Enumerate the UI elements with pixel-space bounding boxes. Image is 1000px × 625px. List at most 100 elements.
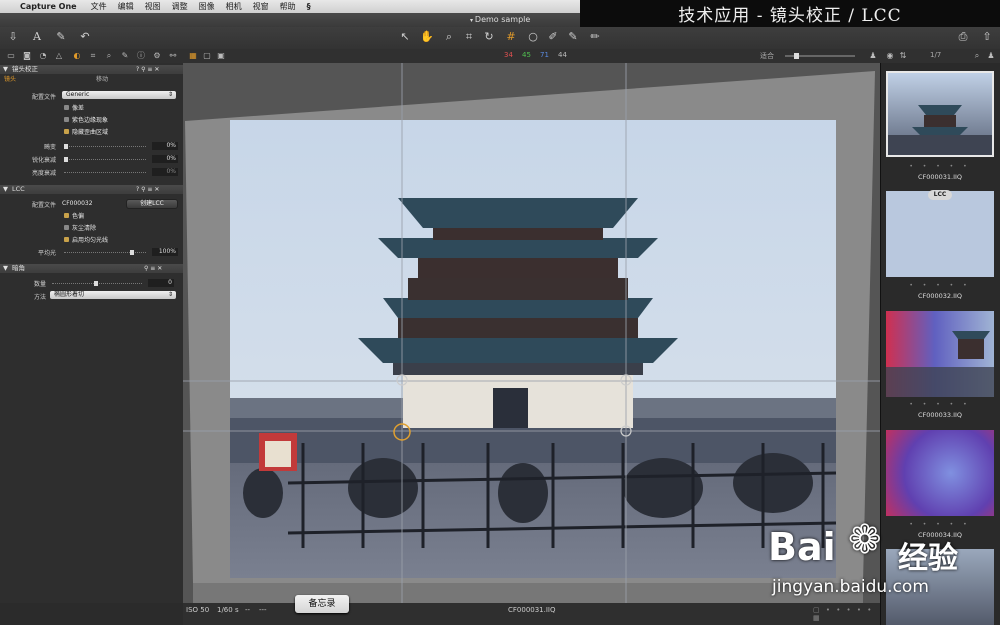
distortion-value[interactable]: 0% [152, 142, 178, 150]
batch-tab-icon[interactable]: ⚯ [168, 51, 178, 61]
hide-distortion-checkbox[interactable] [64, 129, 69, 134]
distortion-slider[interactable] [64, 146, 146, 148]
print-icon[interactable]: ⎙ [956, 30, 970, 44]
color-tab-icon[interactable]: ◔ [38, 51, 48, 61]
menu-view[interactable]: 视图 [145, 1, 161, 12]
camera-tab-icon[interactable]: ◙ [22, 51, 32, 61]
purple-fringe-checkbox[interactable] [64, 117, 69, 122]
annotation-tooltip: 备忘录 [295, 595, 349, 613]
cart-panel [265, 441, 291, 467]
color-cast-checkbox[interactable] [64, 213, 69, 218]
sharpness-falloff-label: 锐化衰减 [31, 157, 56, 164]
picker-tool-icon[interactable]: ✐ [546, 30, 560, 44]
watermark-url: jingyan.baidu.com [772, 577, 929, 597]
uniform-amount-value[interactable]: 100% [152, 248, 178, 256]
local-tab-icon[interactable]: ✎ [120, 51, 130, 61]
thumbnail-1-name: CF000031.IIQ [917, 173, 963, 181]
create-lcc-button[interactable]: 创建LCC [126, 199, 178, 209]
title-banner: 技术应用 - 镜头校正 / LCC [580, 0, 1000, 27]
baidu-watermark: Bai ❁ 经验 jingyan.baidu.com [768, 515, 998, 625]
menu-help[interactable]: 帮助 [280, 1, 296, 12]
page-counter: 1/7 [930, 51, 942, 59]
collapse-icon[interactable]: ▼ [3, 185, 8, 194]
tab-movement[interactable]: 移动 [92, 75, 112, 84]
grid-view-icon[interactable]: ▦ [188, 51, 198, 61]
lens-tab-icon[interactable]: ◐ [72, 51, 82, 61]
app-menu[interactable]: Capture One [20, 2, 77, 11]
light-falloff-slider[interactable] [64, 172, 146, 174]
script-icon[interactable]: § [307, 2, 311, 11]
folder-tab-icon[interactable]: ▭ [6, 51, 16, 61]
collapse-icon[interactable]: ▼ [3, 65, 8, 74]
output-tab-icon[interactable]: ⚙ [152, 51, 162, 61]
thumbnail-4[interactable] [886, 430, 994, 516]
tab-lens[interactable]: 镜头 [0, 75, 20, 84]
dust-removal-checkbox[interactable] [64, 225, 69, 230]
exposure-tab-icon[interactable]: △ [54, 51, 64, 61]
eye-icon[interactable]: ◉ [885, 51, 895, 61]
search-icon[interactable]: ⌕ [972, 51, 982, 61]
menu-file[interactable]: 文件 [91, 1, 107, 12]
undo-icon[interactable]: ↶ [78, 30, 92, 44]
menu-adjust[interactable]: 调整 [172, 1, 188, 12]
collapse-icon[interactable]: ▼ [3, 264, 8, 273]
import-icon[interactable]: ⇩ [6, 30, 20, 44]
thumbnail-3[interactable] [886, 311, 994, 397]
details-tab-icon[interactable]: ⌕ [104, 51, 114, 61]
vignette-method-select[interactable]: 椭圆形着切 ⇕ [50, 291, 176, 299]
thumbnail-2-rating[interactable]: • • • • • [886, 282, 994, 289]
sharpness-falloff-value[interactable]: 0% [152, 155, 178, 163]
hide-distortion-label: 隐藏歪曲区域 [72, 129, 109, 136]
circle-tool-icon[interactable]: ○ [526, 30, 540, 44]
section-tools-icon[interactable]: ? ⚲ ≡ ✕ [136, 185, 159, 194]
user-icon[interactable]: ♟ [868, 51, 878, 61]
composition-tab-icon[interactable]: ⌗ [88, 51, 98, 61]
thumbnail-size-knob[interactable] [794, 53, 799, 59]
distortion-knob[interactable] [64, 144, 68, 149]
pan-tool-icon[interactable]: ✋ [420, 30, 434, 44]
filmstrip-view-icon[interactable]: ▣ [216, 51, 226, 61]
crop-tool-icon[interactable]: ⌗ [462, 30, 476, 44]
sort-icon[interactable]: ⇅ [898, 51, 908, 61]
uniform-amount-knob[interactable] [130, 250, 134, 255]
text-icon[interactable]: A [30, 30, 44, 44]
lens-profile-select[interactable]: Generic ⇕ [62, 91, 176, 99]
draw-tool-icon[interactable]: ✎ [566, 30, 580, 44]
lcc-header[interactable]: ▼ LCC ? ⚲ ≡ ✕ [0, 185, 183, 194]
vignetting-header[interactable]: ▼ 暗角 ⚲ ≡ ✕ [0, 264, 183, 273]
aberration-checkbox[interactable] [64, 105, 69, 110]
single-view-icon[interactable]: ▢ [202, 51, 212, 61]
user-browser-icon[interactable]: ♟ [986, 51, 996, 61]
rotate-tool-icon[interactable]: ↻ [482, 30, 496, 44]
thumbnail-1-rating[interactable]: • • • • • [886, 163, 994, 170]
metadata-tab-icon[interactable]: ⓘ [136, 51, 146, 61]
section-tools-icon[interactable]: ⚲ ≡ ✕ [144, 264, 162, 273]
menu-camera[interactable]: 相机 [226, 1, 242, 12]
tool-panel: ▼ 镜头校正 ? ⚲ ≡ ✕ 镜头 移动 配置文件 Generic ⇕ 像差 紫色… [0, 63, 184, 603]
window-title: Demo sample [474, 15, 531, 24]
light-falloff-value[interactable]: 0% [152, 168, 178, 176]
vignette-amount-value[interactable]: 0 [148, 279, 174, 287]
zoom-label[interactable]: 适合 [760, 51, 774, 61]
lens-tabs: 镜头 移动 [0, 75, 183, 84]
vignette-amount-knob[interactable] [94, 281, 98, 286]
menu-edit[interactable]: 编辑 [118, 1, 134, 12]
uniform-light-checkbox[interactable] [64, 237, 69, 242]
export-icon[interactable]: ⇧ [980, 30, 994, 44]
lens-correction-header[interactable]: ▼ 镜头校正 ? ⚲ ≡ ✕ [0, 65, 183, 74]
eraser-tool-icon[interactable]: ✏ [588, 30, 602, 44]
section-tools-icon[interactable]: ? ⚲ ≡ ✕ [136, 65, 159, 74]
brush-icon[interactable]: ✎ [54, 30, 68, 44]
zoom-tool-icon[interactable]: ⌕ [442, 30, 456, 44]
thumbnail-2[interactable] [886, 191, 994, 277]
lcc-badge: LCC [928, 190, 952, 200]
menu-window[interactable]: 视窗 [253, 1, 269, 12]
sharpness-falloff-slider[interactable] [64, 159, 146, 161]
sharpness-falloff-knob[interactable] [64, 157, 68, 162]
menu-image[interactable]: 图像 [199, 1, 215, 12]
count-green: 45 [522, 51, 531, 59]
select-tool-icon[interactable]: ↖ [398, 30, 412, 44]
thumbnail-3-rating[interactable]: • • • • • [886, 401, 994, 408]
keystone-tool-icon[interactable]: # [504, 30, 518, 44]
thumbnail-1[interactable] [886, 71, 994, 157]
